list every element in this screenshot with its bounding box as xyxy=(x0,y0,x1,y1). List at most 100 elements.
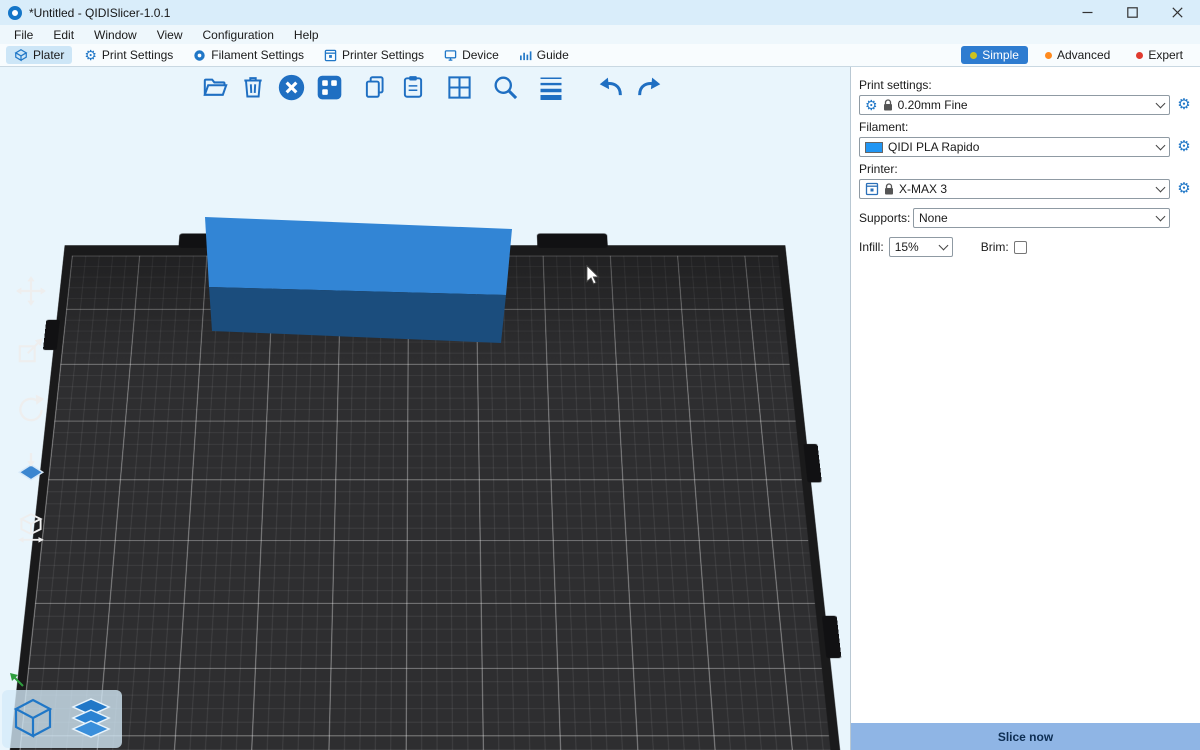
tab-label: Guide xyxy=(537,48,569,62)
infill-value: 15% xyxy=(895,240,935,254)
main-area: Print settings: ⚙ 0.20mm Fine ⚙ Filament… xyxy=(0,67,1200,750)
search-button[interactable] xyxy=(490,72,520,102)
close-icon xyxy=(1172,7,1183,18)
menu-item-file[interactable]: File xyxy=(4,26,43,44)
cube-3d-icon xyxy=(9,695,57,743)
mode-expert[interactable]: Expert xyxy=(1127,46,1192,64)
arrange-button[interactable] xyxy=(314,72,344,102)
chevron-down-icon xyxy=(938,241,948,251)
paste-button[interactable] xyxy=(398,72,428,102)
undo-icon xyxy=(596,72,626,102)
open-button[interactable] xyxy=(200,72,230,102)
scale-tool-button[interactable] xyxy=(10,332,52,368)
supports-combo[interactable]: None xyxy=(913,208,1170,228)
slice-now-button[interactable]: Slice now xyxy=(851,723,1200,750)
instances-button[interactable] xyxy=(444,72,474,102)
measure-tool-button[interactable] xyxy=(10,509,52,545)
filament-settings-icon xyxy=(193,49,206,62)
view-3d-button[interactable] xyxy=(8,694,58,744)
guide-icon xyxy=(519,49,532,62)
advanced-mode-dot-icon xyxy=(1045,52,1052,59)
tab-filament-settings[interactable]: Filament Settings xyxy=(185,46,312,64)
brim-checkbox[interactable] xyxy=(1014,241,1027,254)
bed-handle xyxy=(803,444,822,482)
minimize-button[interactable] xyxy=(1065,0,1110,25)
supports-label: Supports: xyxy=(859,211,913,225)
menu-item-window[interactable]: Window xyxy=(84,26,147,44)
menubar: File Edit Window View Configuration Help xyxy=(0,25,1200,44)
bed-handle xyxy=(822,616,842,658)
place-on-face-icon xyxy=(15,452,47,484)
lock-icon xyxy=(884,183,894,196)
mode-label: Expert xyxy=(1148,48,1183,62)
tab-plater[interactable]: Plater xyxy=(6,46,72,64)
filament-color-swatch xyxy=(865,142,883,153)
window-title: *Untitled - QIDISlicer-1.0.1 xyxy=(29,6,170,20)
infill-combo[interactable]: 15% xyxy=(889,237,953,257)
bed-axis-indicator xyxy=(8,671,26,692)
chevron-down-icon xyxy=(1156,183,1166,193)
place-on-face-tool-button[interactable] xyxy=(10,450,52,486)
window-controls xyxy=(1065,0,1200,25)
chevron-down-icon xyxy=(1156,212,1166,222)
tab-label: Filament Settings xyxy=(211,48,304,62)
settings-sidebar: Print settings: ⚙ 0.20mm Fine ⚙ Filament… xyxy=(850,67,1200,750)
printer-icon xyxy=(865,182,879,196)
arrange-icon xyxy=(316,74,343,101)
trash-icon xyxy=(240,74,266,100)
titlebar: *Untitled - QIDISlicer-1.0.1 xyxy=(0,0,1200,25)
infill-label: Infill: xyxy=(859,240,884,254)
move-icon xyxy=(15,275,47,307)
move-tool-button[interactable] xyxy=(10,273,52,309)
copy-button[interactable] xyxy=(360,72,390,102)
bed-clip xyxy=(537,234,608,248)
tab-device[interactable]: Device xyxy=(436,46,507,64)
redo-button[interactable] xyxy=(634,72,664,102)
supports-value: None xyxy=(919,211,1152,225)
print-settings-value: 0.20mm Fine xyxy=(898,98,1152,112)
mode-advanced[interactable]: Advanced xyxy=(1036,46,1119,64)
printer-gear-button[interactable]: ⚙ xyxy=(1176,181,1192,197)
tab-printer-settings[interactable]: Printer Settings xyxy=(316,46,432,64)
menu-item-view[interactable]: View xyxy=(147,26,193,44)
viewport-3d[interactable] xyxy=(0,67,850,750)
lock-icon xyxy=(883,99,893,112)
minimize-icon xyxy=(1082,7,1093,18)
close-button[interactable] xyxy=(1155,0,1200,25)
tab-label: Device xyxy=(462,48,499,62)
tab-label: Plater xyxy=(33,48,64,62)
layer-lines-icon xyxy=(537,73,565,101)
paste-icon xyxy=(400,74,426,100)
instances-grid-icon xyxy=(446,74,473,101)
filament-gear-button[interactable]: ⚙ xyxy=(1176,139,1192,155)
printer-combo[interactable]: X-MAX 3 xyxy=(859,179,1170,199)
chevron-down-icon xyxy=(1156,99,1166,109)
maximize-button[interactable] xyxy=(1110,0,1155,25)
print-settings-gear-button[interactable]: ⚙ xyxy=(1176,97,1192,113)
delete-all-button[interactable] xyxy=(276,72,306,102)
scale-icon xyxy=(15,334,47,366)
tab-guide[interactable]: Guide xyxy=(511,46,577,64)
view-preview-button[interactable] xyxy=(66,694,116,744)
menu-item-configuration[interactable]: Configuration xyxy=(193,26,284,44)
copy-icon xyxy=(362,74,388,100)
tab-label: Print Settings xyxy=(102,48,173,62)
print-settings-combo[interactable]: ⚙ 0.20mm Fine xyxy=(859,95,1170,115)
app-logo-icon xyxy=(8,6,22,20)
variable-layer-height-button[interactable] xyxy=(536,72,566,102)
simple-mode-dot-icon xyxy=(970,52,977,59)
menu-item-help[interactable]: Help xyxy=(284,26,329,44)
menu-item-edit[interactable]: Edit xyxy=(43,26,84,44)
rotate-icon xyxy=(15,393,47,425)
rotate-tool-button[interactable] xyxy=(10,391,52,427)
undo-button[interactable] xyxy=(596,72,626,102)
object-toolbar xyxy=(200,72,664,102)
brim-label: Brim: xyxy=(981,240,1009,254)
filament-combo[interactable]: QIDI PLA Rapido xyxy=(859,137,1170,157)
printer-settings-icon xyxy=(324,49,337,62)
mode-simple[interactable]: Simple xyxy=(961,46,1028,64)
tab-print-settings[interactable]: ⚙ Print Settings xyxy=(76,46,181,64)
delete-button[interactable] xyxy=(238,72,268,102)
maximize-icon xyxy=(1127,7,1138,18)
print-settings-label: Print settings: xyxy=(859,78,1192,92)
